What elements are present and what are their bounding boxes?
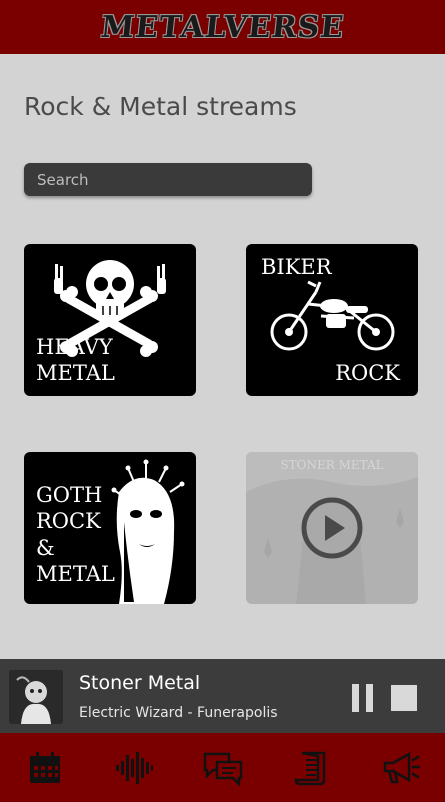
- genre-label-bottom: ROCK: [335, 360, 400, 385]
- genre-tile-biker-rock[interactable]: BIKER ROCK: [246, 244, 418, 396]
- bottom-nav: [0, 733, 445, 802]
- genre-label: STONER METAL: [280, 458, 384, 472]
- album-cover-icon: [9, 670, 63, 724]
- page-title: Rock & Metal streams: [24, 92, 297, 121]
- scroll-icon[interactable]: [292, 748, 332, 788]
- megaphone-icon[interactable]: [381, 748, 421, 788]
- chat-icon[interactable]: [203, 748, 243, 788]
- calendar-icon[interactable]: [25, 748, 65, 788]
- pause-icon[interactable]: [352, 684, 374, 712]
- app-logo[interactable]: METALVERSE: [99, 10, 346, 45]
- stop-icon[interactable]: [391, 685, 417, 711]
- goth-face-icon: [111, 459, 185, 604]
- play-icon[interactable]: [300, 496, 364, 560]
- waveform-icon[interactable]: [114, 748, 154, 788]
- now-playing-bar[interactable]: Stoner Metal Electric Wizard - Funerapol…: [0, 659, 445, 733]
- search-bar[interactable]: [24, 163, 312, 196]
- genre-tile-heavy-metal[interactable]: HEAVY METAL: [24, 244, 196, 396]
- track-artist: Electric Wizard - Funerapolis: [79, 705, 278, 721]
- genre-label: HEAVY METAL: [36, 334, 115, 385]
- top-bar: METALVERSE: [0, 0, 445, 54]
- search-input[interactable]: [35, 169, 312, 190]
- track-title: Stoner Metal: [79, 672, 201, 694]
- genre-tile-stoner-metal[interactable]: STONER METAL: [246, 452, 418, 604]
- genre-tile-goth-rock-metal[interactable]: GOTH ROCK & METAL: [24, 452, 196, 604]
